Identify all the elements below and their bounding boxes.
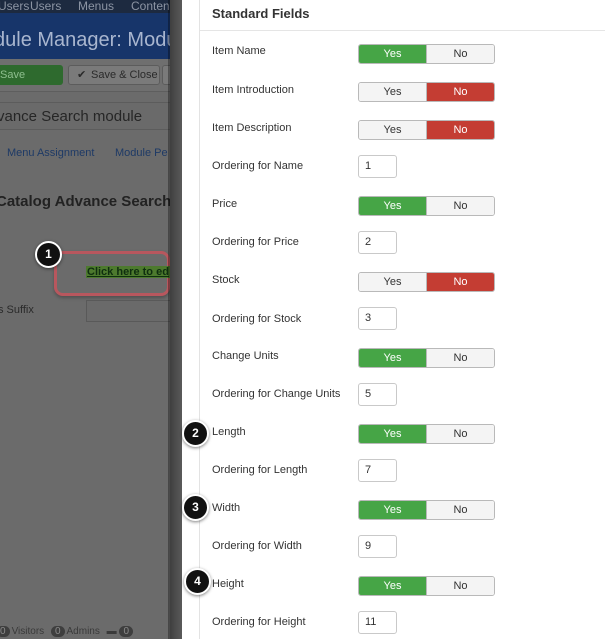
toggle-yes[interactable]: Yes <box>359 501 426 519</box>
toggle-item-description[interactable]: Yes No <box>358 120 495 140</box>
toggle-no[interactable]: No <box>426 349 494 367</box>
toggle-item-introduction[interactable]: Yes No <box>358 82 495 102</box>
toggle-change-units[interactable]: Yes No <box>358 348 495 368</box>
module-class-suffix-label: s Suffix <box>0 304 34 316</box>
callout-badge-3: 3 <box>182 494 209 521</box>
save-button[interactable]: Save <box>0 65 63 85</box>
fieldset-legend-bar: Standard Fields <box>200 0 605 31</box>
toggle-yes[interactable]: Yes <box>359 577 426 595</box>
nav-item-content[interactable]: Conten <box>131 0 170 13</box>
label-ordering-length: Ordering for Length <box>212 464 308 476</box>
fieldset-legend: Standard Fields <box>212 6 310 21</box>
input-ordering-length[interactable]: 7 <box>358 459 397 482</box>
nav-item-users[interactable]: Users <box>30 0 61 13</box>
label-length: Length <box>212 426 246 438</box>
toggle-no[interactable]: No <box>426 83 494 101</box>
input-ordering-change-units[interactable]: 5 <box>358 383 397 406</box>
save-close-button[interactable]: ✔ Save & Close <box>68 65 160 85</box>
nav-item-menus[interactable]: Menus <box>78 0 114 13</box>
top-nav-bar: Users Users Menus Conten <box>0 0 170 13</box>
admins-count-badge: 0 <box>50 626 65 637</box>
label-item-introduction: Item Introduction <box>212 84 294 96</box>
tab-menu-assignment[interactable]: Menu Assignment <box>7 147 94 159</box>
input-ordering-price[interactable]: 2 <box>358 231 397 254</box>
toggle-yes[interactable]: Yes <box>359 273 426 291</box>
toggle-no[interactable]: No <box>426 197 494 215</box>
label-ordering-price: Ordering for Price <box>212 236 299 248</box>
toggle-no[interactable]: No <box>426 121 494 139</box>
toggle-yes[interactable]: Yes <box>359 83 426 101</box>
input-ordering-name[interactable]: 1 <box>358 155 397 178</box>
label-item-name: Item Name <box>212 45 266 57</box>
toggle-yes[interactable]: Yes <box>359 197 426 215</box>
toggle-width[interactable]: Yes No <box>358 500 495 520</box>
visitors-count-badge: 0 <box>0 626 10 637</box>
toggle-no[interactable]: No <box>426 425 494 443</box>
toggle-length[interactable]: Yes No <box>358 424 495 444</box>
callout-badge-1: 1 <box>35 241 62 268</box>
module-class-suffix-input[interactable] <box>86 300 170 322</box>
toggle-no[interactable]: No <box>426 273 494 291</box>
toggle-yes[interactable]: Yes <box>359 45 426 63</box>
module-title-input[interactable]: vance Search module <box>0 102 170 130</box>
background-admin-page: Users Users Menus Conten dule Manager: M… <box>0 0 170 639</box>
label-ordering-width: Ordering for Width <box>212 540 302 552</box>
toggle-yes[interactable]: Yes <box>359 425 426 443</box>
label-ordering-change-units: Ordering for Change Units <box>212 388 341 400</box>
label-stock: Stock <box>212 274 240 286</box>
callout-badge-4: 4 <box>184 568 211 595</box>
toggle-yes[interactable]: Yes <box>359 121 426 139</box>
toggle-height[interactable]: Yes No <box>358 576 495 596</box>
page-title-bar: dule Manager: Module J <box>0 13 170 59</box>
input-ordering-width[interactable]: 9 <box>358 535 397 558</box>
label-height: Height <box>212 578 244 590</box>
messages-count-badge: 0 <box>119 626 133 637</box>
status-bar: 0 Visitors 0 Admins ▬ 0 <box>0 626 135 637</box>
page-title: dule Manager: Module J <box>0 29 170 51</box>
label-price: Price <box>212 198 238 210</box>
toggle-price[interactable]: Yes No <box>358 196 495 216</box>
callout-badge-2: 2 <box>182 420 209 447</box>
label-ordering-stock: Ordering for Stock <box>212 313 302 325</box>
toggle-no[interactable]: No <box>426 501 494 519</box>
input-ordering-stock[interactable]: 3 <box>358 307 397 330</box>
visitors-label: Visitors <box>11 626 45 637</box>
toggle-yes[interactable]: Yes <box>359 349 426 367</box>
messages-icon: ▬ <box>106 626 117 637</box>
input-ordering-height[interactable]: 11 <box>358 611 397 634</box>
label-ordering-height: Ordering for Height <box>212 616 306 628</box>
label-item-description: Item Description <box>212 122 292 134</box>
check-icon: ✔ <box>77 69 87 81</box>
admins-label: Admins <box>66 626 100 637</box>
label-ordering-name: Ordering for Name <box>212 160 304 172</box>
toggle-stock[interactable]: Yes No <box>358 272 495 292</box>
save-close-label: Save & Close <box>91 69 158 81</box>
label-change-units: Change Units <box>212 350 279 362</box>
section-heading: Catalog Advance Search <box>0 193 170 210</box>
tab-module-permissions[interactable]: Module Pe <box>115 147 168 159</box>
modal-shadow <box>168 0 182 639</box>
label-width: Width <box>212 502 241 514</box>
toggle-no[interactable]: No <box>426 45 494 63</box>
nav-item[interactable]: Users <box>0 0 29 13</box>
edit-fields-link[interactable]: Click here to ed <box>86 266 170 278</box>
toggle-item-name[interactable]: Yes No <box>358 44 495 64</box>
toggle-no[interactable]: No <box>426 577 494 595</box>
